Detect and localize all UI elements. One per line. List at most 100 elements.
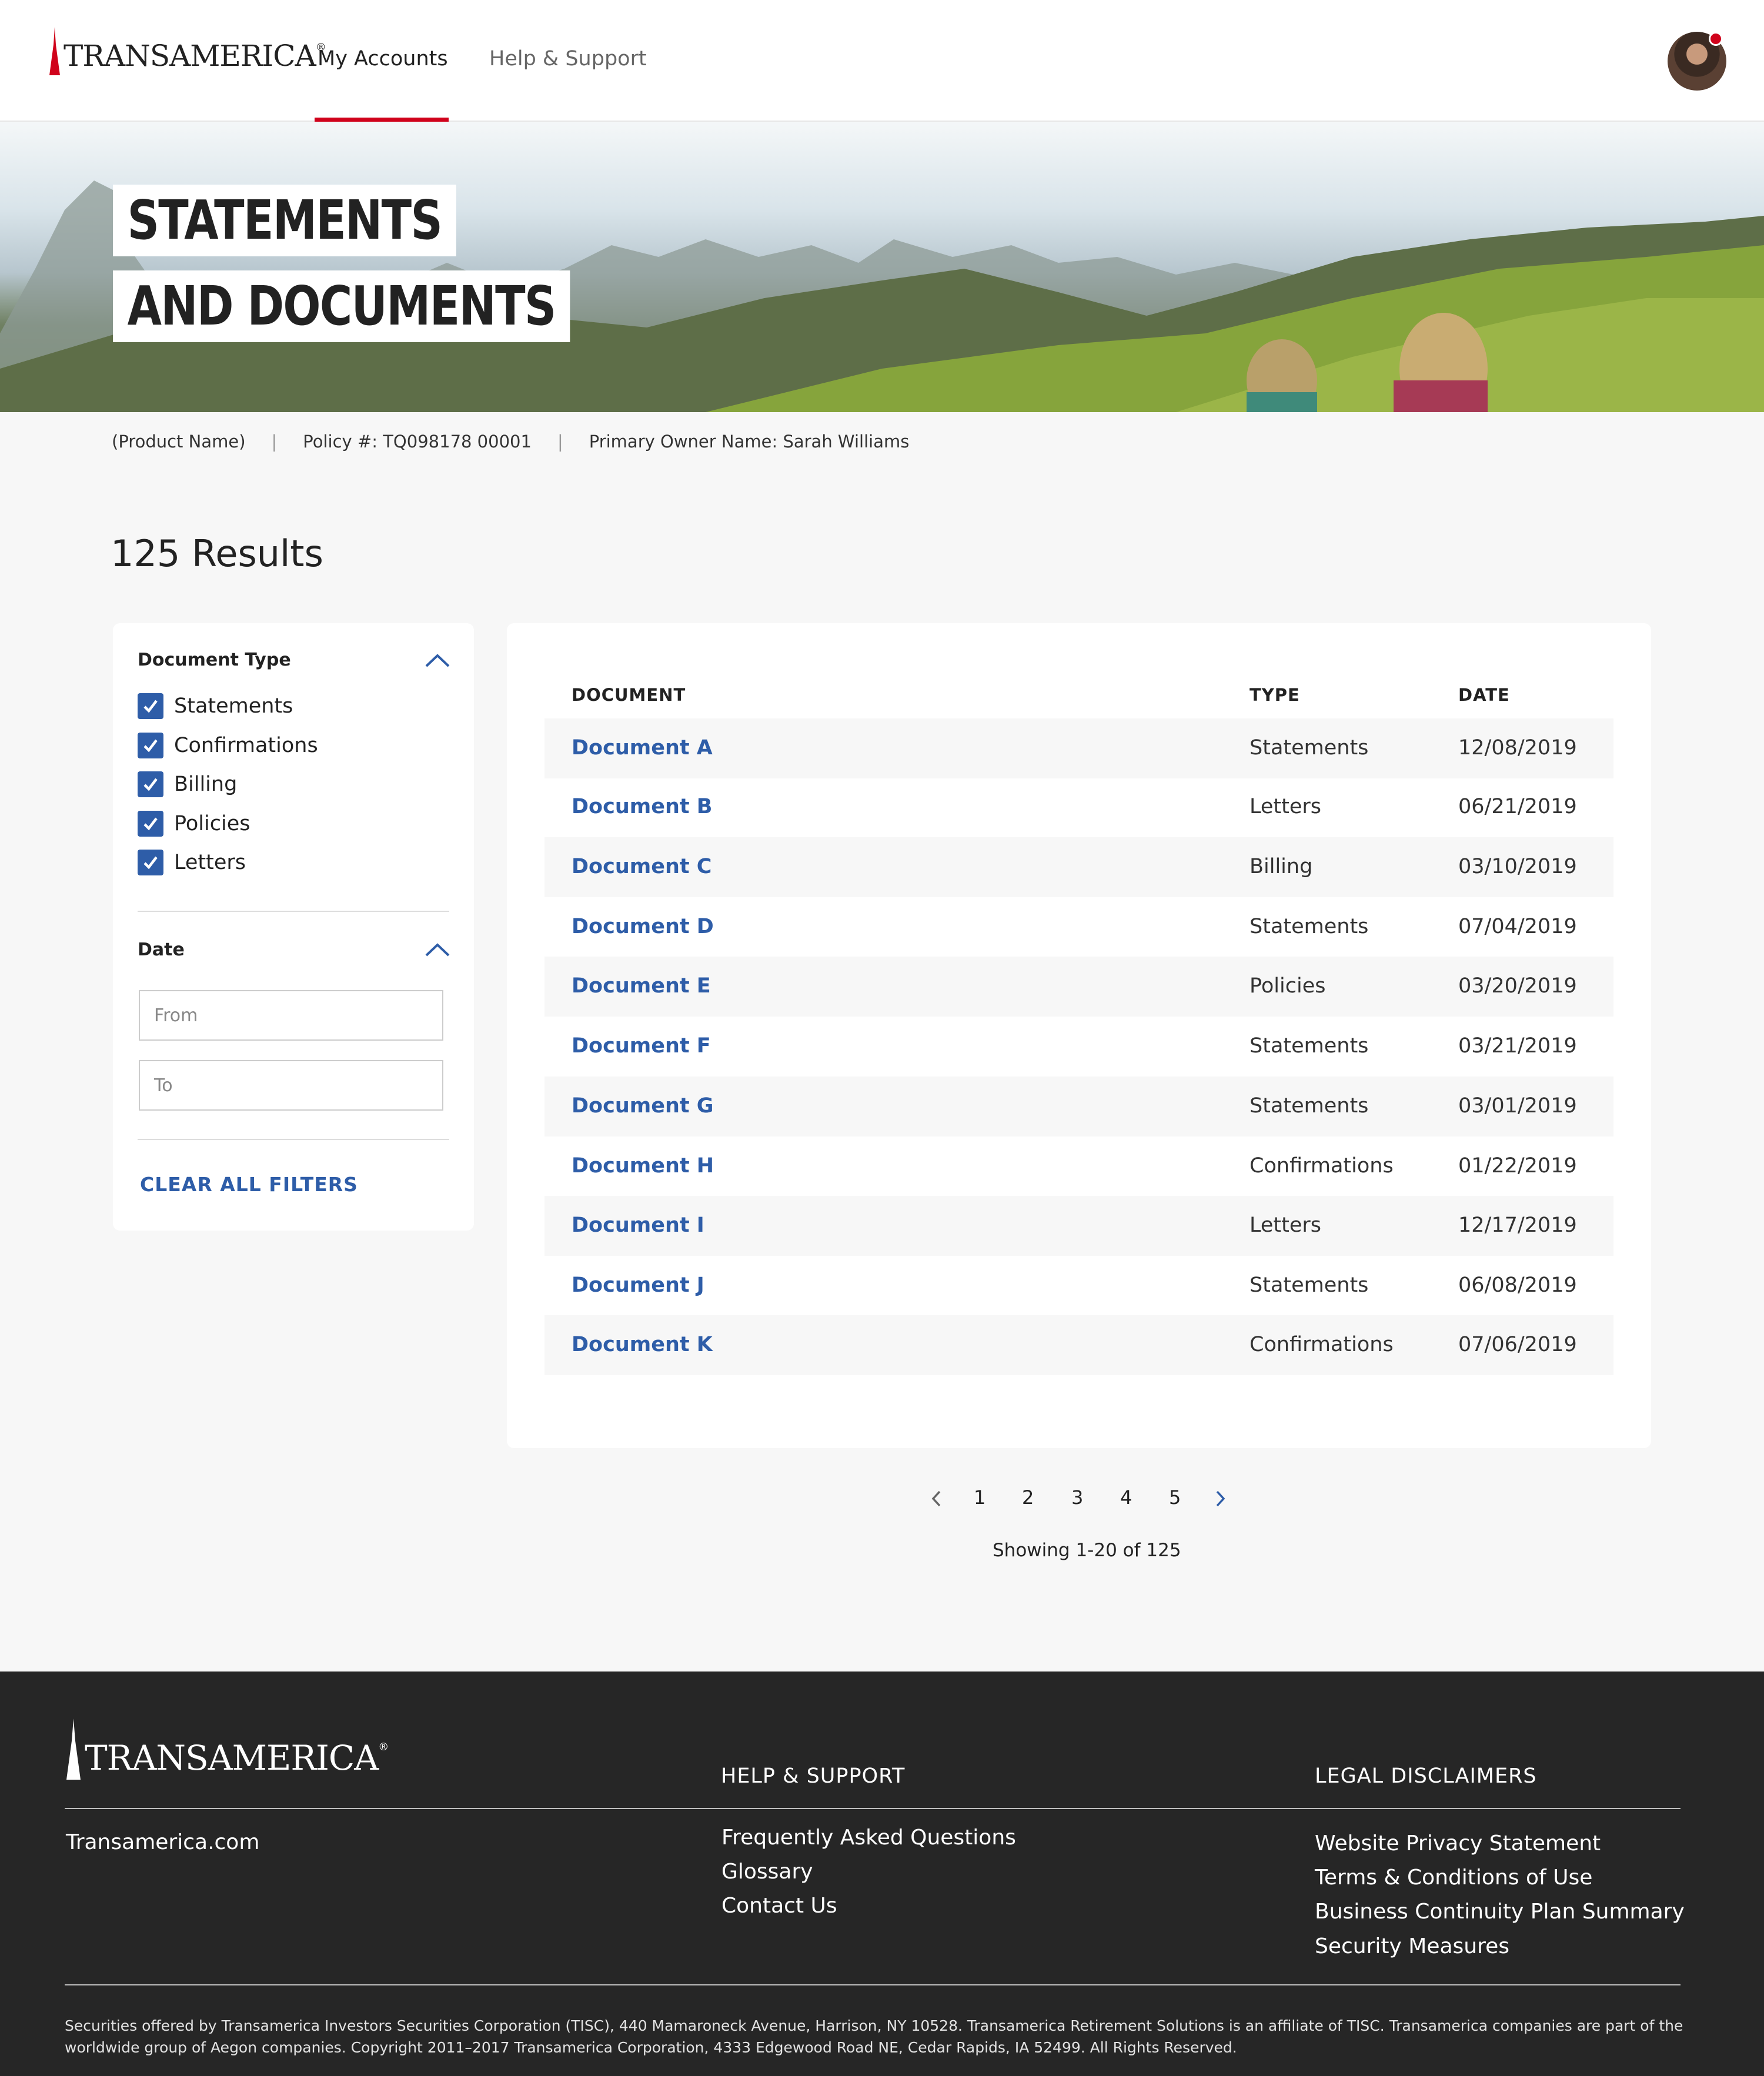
document-date: 03/10/2019: [1458, 855, 1577, 878]
document-type: Statements: [1250, 1094, 1369, 1118]
page-4-link[interactable]: 4: [1120, 1486, 1132, 1509]
brand-wordmark: TRANSAMERICA®: [85, 1738, 389, 1778]
document-type: Statements: [1250, 736, 1369, 760]
document-date: 12/17/2019: [1458, 1213, 1577, 1237]
filter-confirmations[interactable]: Confirmations: [138, 733, 318, 758]
document-link[interactable]: Document J: [572, 1273, 704, 1297]
document-type: Statements: [1250, 1034, 1369, 1058]
checkbox-checked-icon[interactable]: [138, 693, 163, 719]
transamerica-site-link[interactable]: Transamerica.com: [66, 1830, 259, 1854]
chevron-up-icon[interactable]: [425, 654, 450, 668]
date-heading[interactable]: Date: [138, 940, 185, 960]
document-type: Letters: [1250, 795, 1322, 818]
business-continuity-link[interactable]: Business Continuity Plan Summary: [1315, 1900, 1685, 1924]
column-header-document[interactable]: DOCUMENT: [572, 685, 686, 705]
table-row: Document A Statements 12/08/2019: [544, 718, 1613, 778]
separator: |: [557, 432, 563, 452]
notification-dot-icon: [1709, 32, 1723, 46]
footer-divider: [65, 1808, 1681, 1809]
contact-us-link[interactable]: Contact Us: [721, 1894, 837, 1918]
document-date: 12/08/2019: [1458, 736, 1577, 760]
transamerica-logo[interactable]: TRANSAMERICA®: [48, 22, 326, 75]
document-link[interactable]: Document D: [572, 915, 714, 938]
document-type-heading[interactable]: Document Type: [138, 650, 291, 670]
hero-title-line-1: STATEMENTS: [113, 185, 456, 256]
pyramid-logo-icon: [49, 27, 60, 75]
privacy-statement-link[interactable]: Website Privacy Statement: [1315, 1831, 1601, 1856]
separator: |: [271, 432, 278, 452]
table-row: Document F Statements 03/21/2019: [544, 1017, 1613, 1077]
filter-label: Policies: [174, 812, 250, 835]
date-to-input[interactable]: [139, 1060, 443, 1111]
hero-title-line-2: AND DOCUMENTS: [113, 270, 570, 342]
document-type: Confirmations: [1250, 1333, 1394, 1356]
page-5-link[interactable]: 5: [1169, 1486, 1181, 1509]
security-measures-link[interactable]: Security Measures: [1315, 1934, 1509, 1958]
divider: [138, 911, 449, 912]
document-type: Policies: [1250, 974, 1326, 998]
chevron-left-icon[interactable]: [929, 1489, 944, 1509]
filter-billing[interactable]: Billing: [138, 771, 237, 797]
clear-all-filters-link[interactable]: CLEAR ALL FILTERS: [140, 1173, 358, 1196]
filter-policies[interactable]: Policies: [138, 811, 250, 837]
help-support-heading: HELP & SUPPORT: [721, 1764, 906, 1788]
document-date: 06/08/2019: [1458, 1273, 1577, 1297]
chevron-up-icon[interactable]: [425, 943, 450, 957]
table-row: Document B Letters 06/21/2019: [544, 777, 1613, 837]
product-name: (Product Name): [112, 432, 246, 452]
primary-owner: Primary Owner Name: Sarah Williams: [589, 432, 910, 452]
document-link[interactable]: Document H: [572, 1154, 714, 1178]
glossary-link[interactable]: Glossary: [721, 1860, 813, 1884]
document-link[interactable]: Document B: [572, 795, 712, 818]
document-link[interactable]: Document F: [572, 1034, 711, 1058]
pyramid-logo-icon: [66, 1719, 81, 1780]
document-date: 07/06/2019: [1458, 1333, 1577, 1356]
column-header-type[interactable]: TYPE: [1250, 685, 1300, 705]
document-date: 03/21/2019: [1458, 1034, 1577, 1058]
document-type: Statements: [1250, 915, 1369, 938]
terms-conditions-link[interactable]: Terms & Conditions of Use: [1315, 1866, 1592, 1890]
policy-info-bar: (Product Name) | Policy #: TQ098178 0000…: [112, 432, 909, 452]
document-link[interactable]: Document C: [572, 855, 712, 878]
chevron-right-icon[interactable]: [1212, 1489, 1228, 1509]
documents-table-panel: DOCUMENT TYPE DATE Document A Statements…: [507, 623, 1651, 1448]
hero-banner: STATEMENTS AND DOCUMENTS: [0, 122, 1764, 412]
table-row: Document G Statements 03/01/2019: [544, 1077, 1613, 1136]
checkbox-checked-icon[interactable]: [138, 771, 163, 797]
page-2-link[interactable]: 2: [1022, 1486, 1034, 1509]
filter-panel: Document Type Statements Confirmations B…: [113, 623, 474, 1231]
table-row: Document K Confirmations 07/06/2019: [544, 1315, 1613, 1375]
nav-help-support[interactable]: Help & Support: [489, 47, 647, 71]
active-nav-indicator: [315, 118, 449, 122]
table-row: Document H Confirmations 01/22/2019: [544, 1136, 1613, 1196]
filter-label: Letters: [174, 851, 246, 874]
filter-label: Statements: [174, 694, 293, 718]
mountain-landscape-image: [0, 180, 1764, 412]
checkbox-checked-icon[interactable]: [138, 733, 163, 758]
legal-disclaimers-heading: LEGAL DISCLAIMERS: [1315, 1764, 1537, 1788]
filter-statements[interactable]: Statements: [138, 693, 293, 719]
footer-transamerica-logo[interactable]: TRANSAMERICA®: [65, 1719, 389, 1780]
document-link[interactable]: Document A: [572, 736, 713, 760]
document-link[interactable]: Document K: [572, 1333, 713, 1356]
divider: [138, 1139, 449, 1140]
page-1-link[interactable]: 1: [974, 1486, 985, 1509]
document-date: 03/20/2019: [1458, 974, 1577, 998]
document-type: Confirmations: [1250, 1154, 1394, 1178]
showing-range: Showing 1-20 of 125: [993, 1540, 1181, 1561]
table-row: Document I Letters 12/17/2019: [544, 1196, 1613, 1256]
document-link[interactable]: Document G: [572, 1094, 714, 1118]
document-link[interactable]: Document E: [572, 974, 711, 998]
nav-my-accounts[interactable]: My Accounts: [318, 47, 448, 71]
document-date: 01/22/2019: [1458, 1154, 1577, 1178]
document-link[interactable]: Document I: [572, 1213, 704, 1237]
checkbox-checked-icon[interactable]: [138, 811, 163, 837]
page-3-link[interactable]: 3: [1071, 1486, 1083, 1509]
checkbox-checked-icon[interactable]: [138, 850, 163, 875]
document-type: Letters: [1250, 1213, 1322, 1237]
column-header-date[interactable]: DATE: [1458, 685, 1510, 705]
faq-link[interactable]: Frequently Asked Questions: [721, 1826, 1016, 1850]
filter-label: Confirmations: [174, 734, 318, 757]
filter-letters[interactable]: Letters: [138, 850, 246, 875]
date-from-input[interactable]: [139, 990, 443, 1041]
